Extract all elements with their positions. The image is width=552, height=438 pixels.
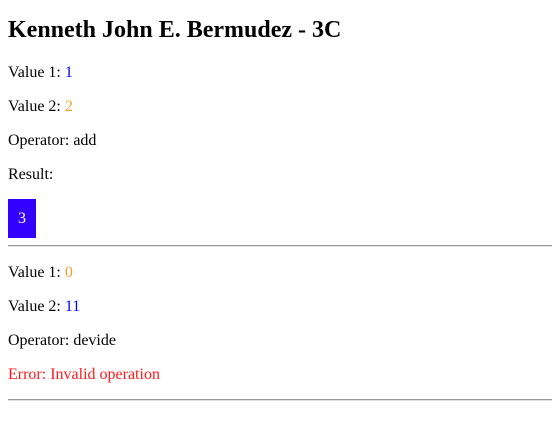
calc2-value2: 11 [64, 298, 81, 315]
calc2-error-message: Error: Invalid operation [8, 366, 160, 383]
calc1-value1: 1 [64, 64, 73, 81]
calc2-operator-label: Operator: [8, 332, 74, 349]
divider [8, 245, 552, 247]
calc2-value1-row: Value 1: 0 [8, 264, 73, 282]
calc1-value2: 2 [64, 98, 73, 115]
calc1-value1-label: Value 1: [8, 64, 65, 81]
divider [8, 399, 552, 401]
calc2-operator: devide [73, 332, 116, 349]
calc2-value1-label: Value 1: [8, 264, 65, 281]
calc1-operator: add [73, 132, 97, 149]
calc1-value1-row: Value 1: 1 [8, 64, 73, 82]
calc1-result-badge: 3 [8, 199, 36, 238]
calc1-value2-label: Value 2: [8, 98, 65, 115]
calc2-operator-row: Operator: devide [8, 332, 116, 350]
calc1-value2-row: Value 2: 2 [8, 98, 73, 116]
page-title: Kenneth John E. Bermudez - 3C [8, 17, 342, 43]
calc2-value2-row: Value 2: 11 [8, 298, 80, 316]
calc2-value1: 0 [64, 264, 73, 281]
calc1-operator-row: Operator: add [8, 132, 96, 150]
calc2-value2-label: Value 2: [8, 298, 65, 315]
calc1-operator-label: Operator: [8, 132, 74, 149]
calc1-result-label: Result: [8, 166, 54, 183]
